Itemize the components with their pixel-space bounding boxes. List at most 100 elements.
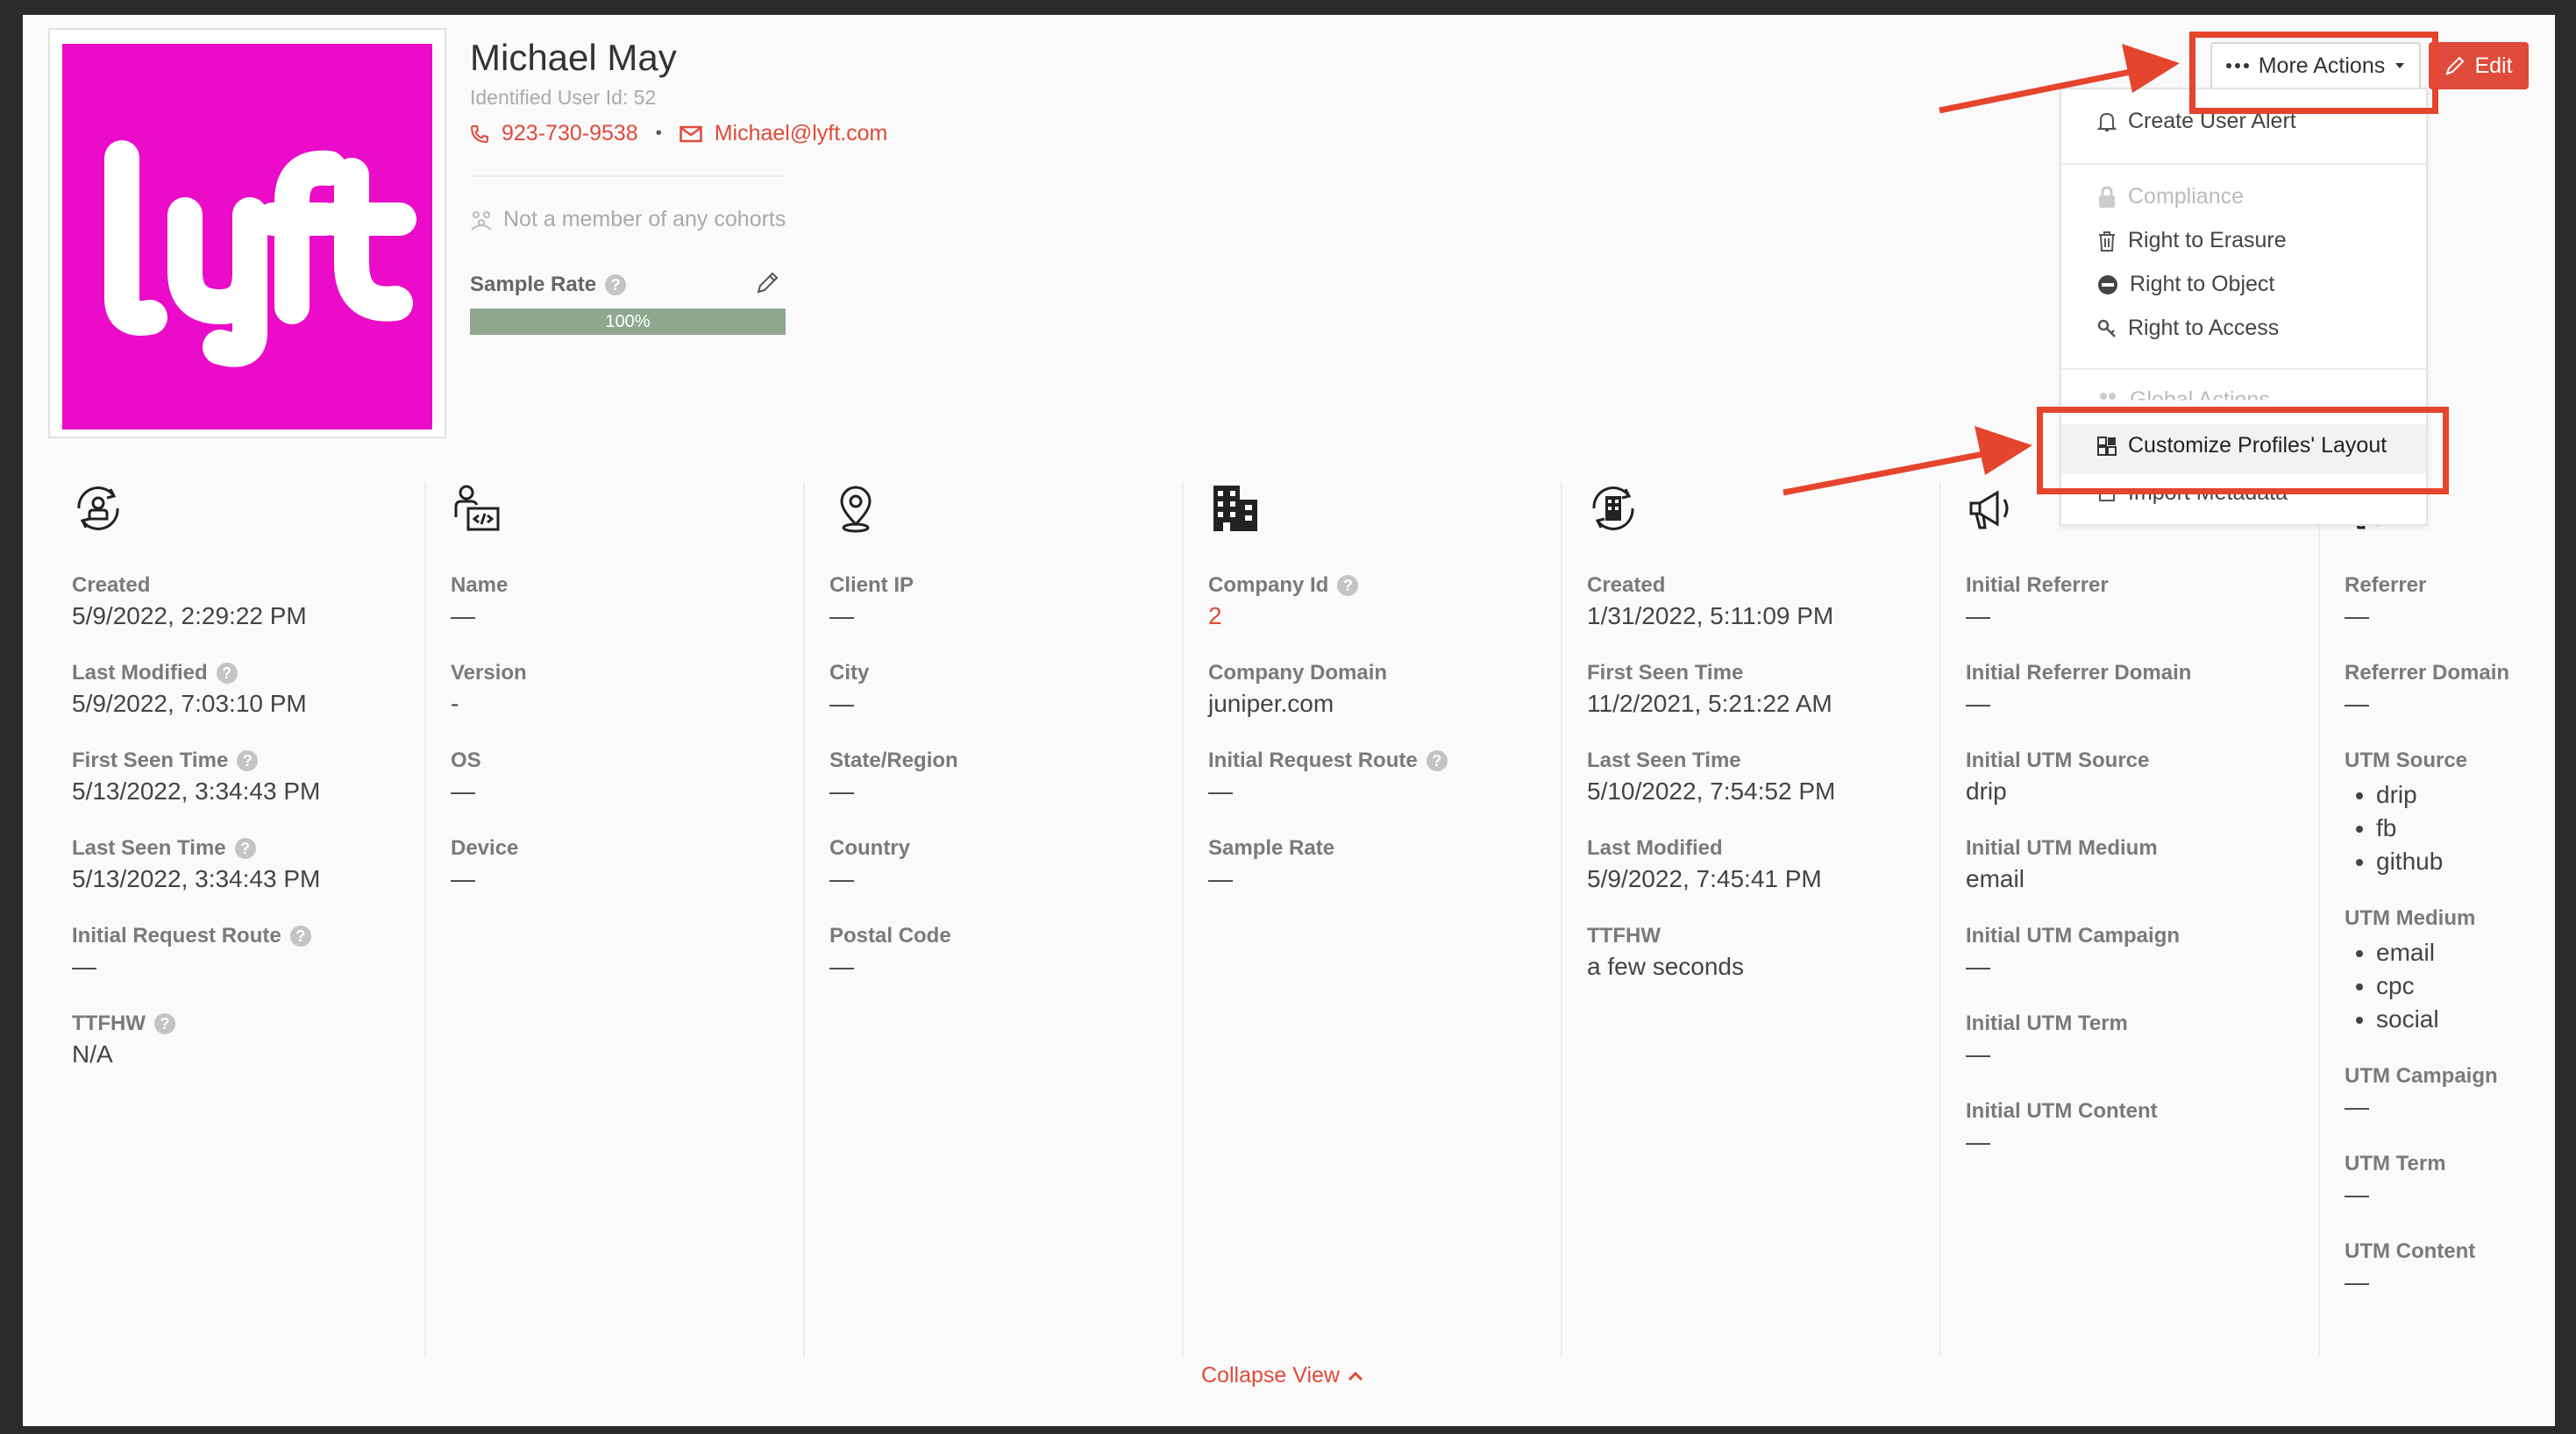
sample-rate-bar: 100% (470, 309, 786, 335)
field-label-text: UTM Term (2345, 1152, 2446, 1175)
field-label-text: Initial UTM Campaign (1966, 924, 2181, 948)
field-label-text: First Seen Time (1587, 661, 1744, 685)
collapse-view-label: Collapse View (1201, 1363, 1340, 1388)
help-icon[interactable]: ? (234, 838, 256, 859)
field-label: Last Modified (1587, 834, 1835, 863)
field-value: 5/13/2022, 3:34:43 PM (72, 777, 321, 805)
value-list: dripfbgithub (2345, 778, 2509, 878)
field-label: Version (451, 659, 527, 687)
field-label: Initial UTM Content (1966, 1097, 2191, 1125)
profile-field: OS — (451, 747, 527, 808)
menu-item-object[interactable]: Right to Object (2096, 272, 2274, 297)
field-value: — (2345, 602, 2369, 629)
identified-user-id: Identified User Id: 52 (470, 86, 657, 109)
profile-field: Name — (451, 571, 527, 633)
field-value: 2 (1208, 602, 1222, 629)
list-item: fb (2376, 812, 2509, 845)
email-link[interactable]: Michael@lyft.com (715, 121, 888, 146)
field-label-text: Company Id (1208, 573, 1329, 597)
field-label: Initial UTM Campaign (1966, 922, 2191, 950)
menu-item-erasure[interactable]: Right to Erasure (2096, 228, 2287, 253)
field-label: Company Domain (1208, 659, 1448, 687)
lock-icon (2099, 185, 2115, 208)
field-label-text: Last Modified (1587, 836, 1723, 860)
help-icon[interactable]: ? (605, 274, 627, 295)
field-label: Initial Request Route? (72, 922, 320, 950)
menu-item-access[interactable]: Right to Access (2096, 316, 2279, 341)
phone-link[interactable]: 923-730-9538 (502, 121, 638, 146)
help-icon[interactable]: ? (153, 1013, 175, 1034)
field-value: juniper.com (1208, 690, 1334, 717)
profile-field: UTM Content — (2345, 1238, 2509, 1299)
field-label-text: Device (451, 836, 519, 860)
profile-field: Last Modified? 5/9/2022, 7:03:10 PM (72, 659, 320, 721)
edit-button[interactable]: Edit (2429, 42, 2529, 89)
menu-section-compliance: Compliance (2096, 184, 2244, 209)
developer-icon (451, 482, 527, 540)
field-value: — (829, 777, 854, 805)
field-label: Last Seen Time (1587, 747, 1835, 775)
profile-field: UTM Campaign — (2345, 1062, 2509, 1124)
help-icon[interactable]: ? (1337, 575, 1359, 596)
field-value: — (829, 690, 854, 717)
profile-field: Last Seen Time? 5/13/2022, 3:34:43 PM (72, 834, 320, 896)
profile-field: UTM Medium emailcpcsocial (2345, 905, 2509, 1036)
field-label-text: Client IP (829, 573, 914, 597)
field-value: 5/9/2022, 7:45:41 PM (1587, 865, 1822, 892)
field-label-text: Created (1587, 573, 1666, 597)
menu-item-label: Right to Erasure (2128, 228, 2287, 252)
field-label-text: TTFHW (1587, 924, 1661, 948)
user-name: Michael May (470, 37, 677, 78)
field-label-text: Name (451, 573, 509, 597)
profile-field: First Seen Time 11/2/2021, 5:21:22 AM (1587, 659, 1835, 721)
edit-sample-rate-icon[interactable] (754, 270, 780, 296)
help-icon[interactable]: ? (1426, 750, 1448, 771)
field-label: TTFHW? (72, 1010, 320, 1038)
column-divider (1182, 482, 1184, 1357)
field-label: Initial UTM Medium (1966, 834, 2191, 863)
list-item: email (2376, 936, 2509, 969)
field-value: — (2345, 1181, 2369, 1208)
field-label: City (829, 659, 958, 687)
column-divider (1561, 482, 1562, 1357)
field-label: Name (451, 571, 527, 600)
field-label-text: Last Modified (72, 661, 208, 685)
field-label-text: Initial UTM Source (1966, 749, 2150, 772)
profile-field: City — (829, 659, 958, 721)
cohort-text: Not a member of any cohorts (503, 207, 786, 231)
profile-column: Initial Referrer — Initial Referrer Domain… (1966, 482, 2191, 1357)
profile-field: Initial Referrer Domain — (1966, 659, 2191, 721)
field-label: Created (72, 571, 320, 600)
field-label: Company Id? (1208, 571, 1448, 600)
field-label-text: TTFHW (72, 1012, 146, 1035)
field-label: Created (1587, 571, 1835, 600)
field-label-text: UTM Campaign (2345, 1064, 2498, 1088)
help-icon[interactable]: ? (216, 663, 238, 684)
field-label-text: City (829, 661, 870, 685)
profile-field: Device — (451, 834, 527, 896)
collapse-view-link[interactable]: Collapse View (1201, 1363, 1364, 1388)
profile-column: Name — Version - OS — Device — (451, 482, 527, 1357)
field-label-text: Company Domain (1208, 661, 1388, 685)
contact-row: 923-730-9538 • Michael@lyft.com (470, 121, 887, 146)
field-label: Initial Referrer Domain (1966, 659, 2191, 687)
field-value: - (451, 690, 459, 717)
field-label-text: Country (829, 836, 910, 860)
field-value: emailcpcsocial (2345, 936, 2509, 1036)
field-label-text: Version (451, 661, 527, 685)
profile-field: State/Region — (829, 747, 958, 808)
field-label-text: First Seen Time (72, 749, 229, 772)
profile-field: Initial Request Route? — (1208, 747, 1448, 808)
column-divider (1939, 482, 1941, 1357)
sample-rate-text: Sample Rate (470, 273, 597, 296)
help-icon[interactable]: ? (237, 750, 259, 771)
help-icon[interactable]: ? (289, 926, 311, 947)
menu-divider (2061, 368, 2426, 370)
field-label-text: Last Seen Time (1587, 749, 1741, 772)
field-label: UTM Campaign (2345, 1062, 2509, 1090)
column-divider (424, 482, 426, 1357)
lyft-logo-icon (104, 140, 416, 367)
list-item: drip (2376, 778, 2509, 812)
profile-field: Created 5/9/2022, 2:29:22 PM (72, 571, 320, 633)
field-value: — (1208, 865, 1233, 892)
